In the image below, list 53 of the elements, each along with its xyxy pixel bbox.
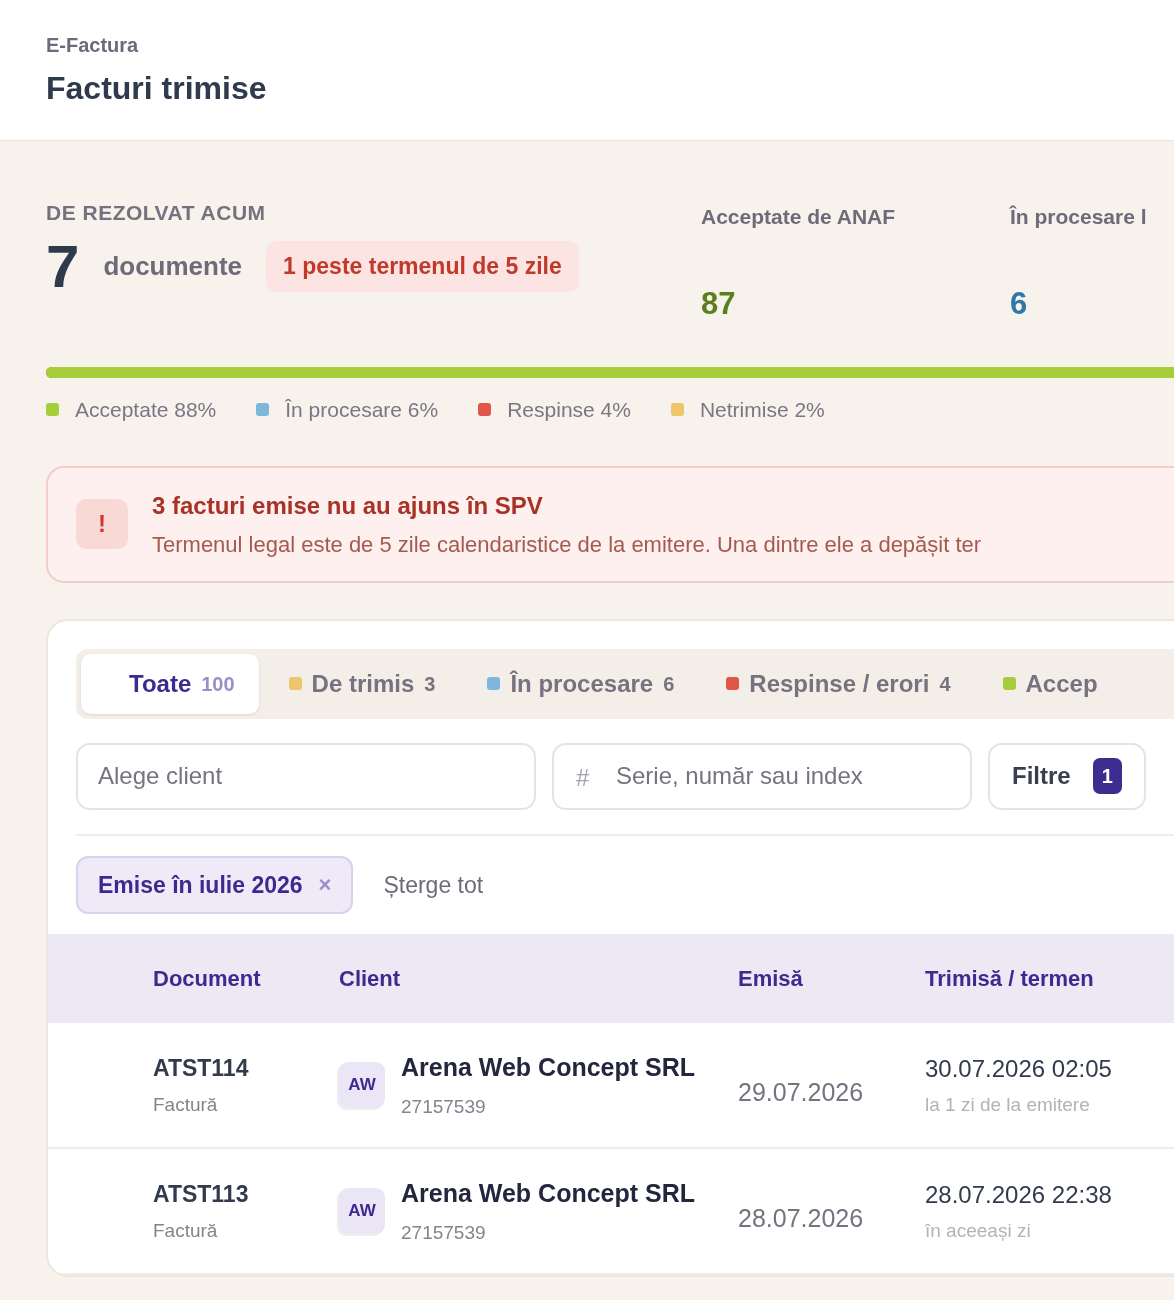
column-header: Emisă <box>738 965 804 993</box>
document-number: ATST113 <box>153 1179 250 1209</box>
column-header: Document <box>153 965 262 993</box>
filter-tab[interactable]: Accep <box>980 653 1120 714</box>
filter-tab[interactable]: Respinse / erori 4 <box>704 653 973 714</box>
document-number: ATST114 <box>153 1053 250 1083</box>
tab-count: 4 <box>939 671 951 697</box>
client-select[interactable]: Alege client <box>76 742 536 810</box>
stat-value: 87 <box>701 284 737 323</box>
filter-count-badge: 1 <box>1092 758 1122 794</box>
client-name: Arena Web Concept SRL <box>401 1178 696 1209</box>
filter-chip[interactable]: Emise în iulie 2026 × <box>76 855 354 914</box>
client-avatar: AW <box>339 1188 385 1234</box>
sent-note: în aceeași zi <box>925 1218 1032 1243</box>
stat-value: 6 <box>1010 284 1029 323</box>
summary-label: DE REZOLVAT ACUM <box>46 200 267 226</box>
sent-datetime: 28.07.2026 22:38 <box>925 1179 1113 1210</box>
tab-count: 3 <box>424 671 436 697</box>
clear-all-link[interactable]: Șterge tot <box>377 866 490 903</box>
summary-count: 7 <box>46 236 80 297</box>
warning-icon: ! <box>76 499 128 549</box>
issue-date: 29.07.2026 <box>738 1077 865 1109</box>
column-header: Trimisă / termen <box>925 965 1095 993</box>
page-title: Facturi trimise <box>46 69 268 108</box>
tab-count: 6 <box>663 671 675 697</box>
stat-label: Acceptate de ANAF <box>701 204 897 230</box>
tab-count: 100 <box>201 671 235 697</box>
stat-label: În procesare l <box>1010 204 1148 230</box>
breadcrumb-label: E-Factura <box>46 33 140 58</box>
document-type: Factură <box>153 1093 219 1117</box>
legend-label: Acceptate 88% <box>75 397 217 423</box>
legend-label: Netrimise 2% <box>699 397 825 423</box>
client-tax-id: 27157539 <box>401 1094 487 1119</box>
issue-date: 28.07.2026 <box>738 1203 865 1235</box>
legend-label: Respinse 4% <box>507 397 631 423</box>
filter-tab[interactable]: Toate 100 <box>81 653 259 714</box>
filters-button[interactable]: Filtre 1 <box>988 742 1146 810</box>
alert-text: Termenul legal este de 5 zile calendaristice de la emitere. Una dintre ele a depășit ter <box>152 530 982 559</box>
sent-note: la 1 zi de la emitere <box>925 1092 1091 1117</box>
document-type: Factură <box>153 1219 219 1243</box>
client-tax-id: 27157539 <box>401 1220 487 1245</box>
overdue-badge: 1 peste termenul de 5 zile <box>266 241 579 292</box>
summary-unit: documente <box>103 250 243 283</box>
alert-title: 3 facturi emise nu au ajuns în SPV <box>152 490 544 521</box>
remove-icon[interactable]: × <box>318 868 332 902</box>
hash-icon: # <box>576 759 590 796</box>
legend-label: În procesare 6% <box>285 397 439 423</box>
filter-tab[interactable]: În procesare 6 <box>465 653 697 714</box>
sent-datetime: 30.07.2026 02:05 <box>925 1053 1113 1084</box>
client-avatar: AW <box>339 1062 385 1108</box>
column-header: Client <box>339 965 402 993</box>
client-name: Arena Web Concept SRL <box>401 1052 696 1083</box>
filter-tab[interactable]: De trimis 3 <box>266 653 458 714</box>
